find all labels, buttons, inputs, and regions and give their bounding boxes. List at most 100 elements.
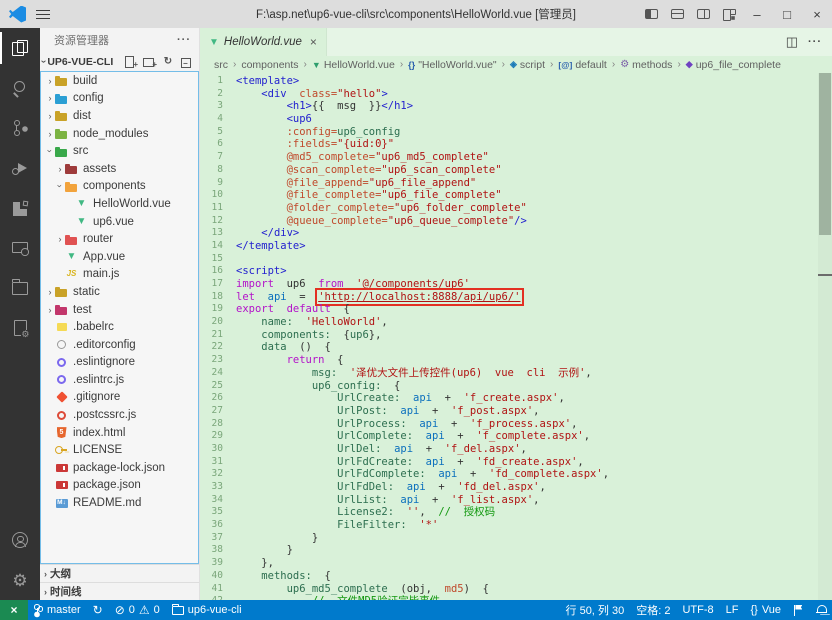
code-line-37[interactable]: 37 } xyxy=(200,532,818,545)
code-line-42[interactable]: 42 // 文件MD5验证完毕事件 xyxy=(200,595,818,600)
line-number[interactable]: 32 xyxy=(200,468,236,481)
tree-item-.eslintignore[interactable]: .eslintignore xyxy=(41,354,198,372)
tree-item-src[interactable]: ›src xyxy=(41,142,198,160)
activity-settings-gear-icon[interactable]: ⚙ xyxy=(0,560,40,600)
split-editor-icon[interactable]: ◫ xyxy=(786,34,798,50)
code-line-19[interactable]: 19export default { xyxy=(200,303,818,316)
line-number[interactable]: 28 xyxy=(200,418,236,431)
activity-explorer-icon[interactable] xyxy=(0,28,40,68)
activity-folder-extension-icon[interactable] xyxy=(0,268,40,308)
code-line-2[interactable]: 2 <div class="hello"> xyxy=(200,88,818,101)
line-number[interactable]: 14 xyxy=(200,240,236,253)
tab-close-icon[interactable]: × xyxy=(310,35,317,49)
line-number[interactable]: 21 xyxy=(200,329,236,342)
code-line-39[interactable]: 39 }, xyxy=(200,557,818,570)
line-number[interactable]: 35 xyxy=(200,506,236,519)
code-line-17[interactable]: 17import up6 from '@/components/up6' xyxy=(200,278,818,291)
tree-item-package.json[interactable]: package.json xyxy=(41,477,198,495)
line-number[interactable]: 10 xyxy=(200,189,236,202)
code-line-28[interactable]: 28 UrlProcess: api + 'f_process.aspx', xyxy=(200,418,818,431)
line-number[interactable]: 36 xyxy=(200,519,236,532)
breadcrumb-item-script[interactable]: ◈script xyxy=(510,59,545,71)
tree-item-test[interactable]: ›test xyxy=(41,301,198,319)
collapse-all-icon[interactable] xyxy=(181,56,193,68)
explorer-more-icon[interactable]: ··· xyxy=(177,34,191,46)
tree-item-HelloWorld.vue[interactable]: ▼HelloWorld.vue xyxy=(41,195,198,213)
tree-item-build[interactable]: ›build xyxy=(41,72,198,90)
code-line-26[interactable]: 26 UrlCreate: api + 'f_create.aspx', xyxy=(200,392,818,405)
code-line-30[interactable]: 30 UrlDel: api + 'f_del.aspx', xyxy=(200,443,818,456)
code-line-3[interactable]: 3 <h1>{{ msg }}</h1> xyxy=(200,100,818,113)
code-line-22[interactable]: 22 data () { xyxy=(200,341,818,354)
code-line-32[interactable]: 32 UrlFdComplete: api + 'fd_complete.asp… xyxy=(200,468,818,481)
line-number[interactable]: 37 xyxy=(200,532,236,545)
toggle-panel-icon[interactable] xyxy=(664,0,690,28)
code-line-20[interactable]: 20 name: 'HelloWorld', xyxy=(200,316,818,329)
code-line-34[interactable]: 34 UrlList: api + 'f_list.aspx', xyxy=(200,494,818,507)
line-number[interactable]: 13 xyxy=(200,227,236,240)
activity-search-icon[interactable] xyxy=(0,68,40,108)
tree-item-router[interactable]: ›router xyxy=(41,230,198,248)
line-number[interactable]: 38 xyxy=(200,544,236,557)
line-number[interactable]: 18 xyxy=(200,291,236,304)
code-line-29[interactable]: 29 UrlComplete: api + 'f_complete.aspx', xyxy=(200,430,818,443)
breadcrumb-item-up6_file_complete[interactable]: ◆up6_file_complete xyxy=(686,59,781,71)
tree-item-main.js[interactable]: JSmain.js xyxy=(41,266,198,284)
code-editor[interactable]: 1<template>2 <div class="hello">3 <h1>{{… xyxy=(200,73,832,600)
code-line-27[interactable]: 27 UrlPost: api + 'f_post.aspx', xyxy=(200,405,818,418)
close-button[interactable]: × xyxy=(802,0,832,28)
project-section-header[interactable]: › UP6-VUE-CLI ↻ xyxy=(40,52,199,71)
tree-item-dist[interactable]: ›dist xyxy=(41,107,198,125)
menu-hamburger-icon[interactable] xyxy=(36,9,50,20)
line-number[interactable]: 23 xyxy=(200,354,236,367)
tree-item-.eslintrc.js[interactable]: .eslintrc.js xyxy=(41,371,198,389)
tab-helloworld-vue[interactable]: ▼ HelloWorld.vue × xyxy=(200,28,327,56)
tree-item-LICENSE[interactable]: LICENSE xyxy=(41,441,198,459)
minimize-button[interactable]: – xyxy=(742,0,772,28)
tree-item-.gitignore[interactable]: .gitignore xyxy=(41,389,198,407)
line-number[interactable]: 39 xyxy=(200,557,236,570)
line-number[interactable]: 29 xyxy=(200,430,236,443)
scrollbar-thumb[interactable] xyxy=(819,73,831,235)
sync-item[interactable]: ↻ xyxy=(87,600,109,620)
tree-item-App.vue[interactable]: ▼App.vue xyxy=(41,248,198,266)
toggle-secondary-sidebar-icon[interactable] xyxy=(690,0,716,28)
tree-item-.babelrc[interactable]: .babelrc xyxy=(41,318,198,336)
code-line-36[interactable]: 36 FileFilter: '*' xyxy=(200,519,818,532)
tree-item-index.html[interactable]: 5index.html xyxy=(41,424,198,442)
refresh-icon[interactable]: ↻ xyxy=(162,56,174,68)
line-number[interactable]: 22 xyxy=(200,341,236,354)
code-line-23[interactable]: 23 return { xyxy=(200,354,818,367)
new-folder-icon[interactable] xyxy=(143,56,155,68)
code-line-16[interactable]: 16<script> xyxy=(200,265,818,278)
code-line-33[interactable]: 33 UrlFdDel: api + 'fd_del.aspx', xyxy=(200,481,818,494)
tree-item-config[interactable]: ›config xyxy=(41,90,198,108)
code-line-38[interactable]: 38 } xyxy=(200,544,818,557)
code-line-4[interactable]: 4 <up6 xyxy=(200,113,818,126)
code-line-11[interactable]: 11 @folder_complete="up6_folder_complete… xyxy=(200,202,818,215)
code-line-12[interactable]: 12 @queue_complete="up6_queue_complete"/… xyxy=(200,215,818,228)
problems-item[interactable]: ⊘ 0 ⚠ 0 xyxy=(109,600,166,620)
tree-item-static[interactable]: ›static xyxy=(41,283,198,301)
code-line-7[interactable]: 7 @md5_complete="up6_md5_complete" xyxy=(200,151,818,164)
activity-remote-explorer-icon[interactable] xyxy=(0,228,40,268)
code-line-1[interactable]: 1<template> xyxy=(200,75,818,88)
indentation[interactable]: 空格: 2 xyxy=(630,600,676,620)
outline-section[interactable]: › 大纲 xyxy=(40,564,199,582)
code-line-10[interactable]: 10 @file_complete="up6_file_complete" xyxy=(200,189,818,202)
breadcrumb-item-default[interactable]: [@]default xyxy=(558,59,606,71)
activity-account-icon[interactable] xyxy=(0,520,40,560)
code-line-9[interactable]: 9 @file_append="up6_file_append" xyxy=(200,177,818,190)
breadcrumb-item-src[interactable]: src xyxy=(214,59,228,71)
line-number[interactable]: 24 xyxy=(200,367,236,380)
activity-extensions-icon[interactable] xyxy=(0,188,40,228)
cursor-position[interactable]: 行 50, 列 30 xyxy=(560,600,631,620)
code-line-6[interactable]: 6 :fields="{uid:0}" xyxy=(200,138,818,151)
notifications-item[interactable] xyxy=(810,600,832,620)
editor-more-icon[interactable]: ··· xyxy=(808,36,822,48)
code-line-13[interactable]: 13 </div> xyxy=(200,227,818,240)
line-number[interactable]: 17 xyxy=(200,278,236,291)
tree-item-up6.vue[interactable]: ▼up6.vue xyxy=(41,213,198,231)
code-line-14[interactable]: 14</template> xyxy=(200,240,818,253)
maximize-button[interactable]: □ xyxy=(772,0,802,28)
